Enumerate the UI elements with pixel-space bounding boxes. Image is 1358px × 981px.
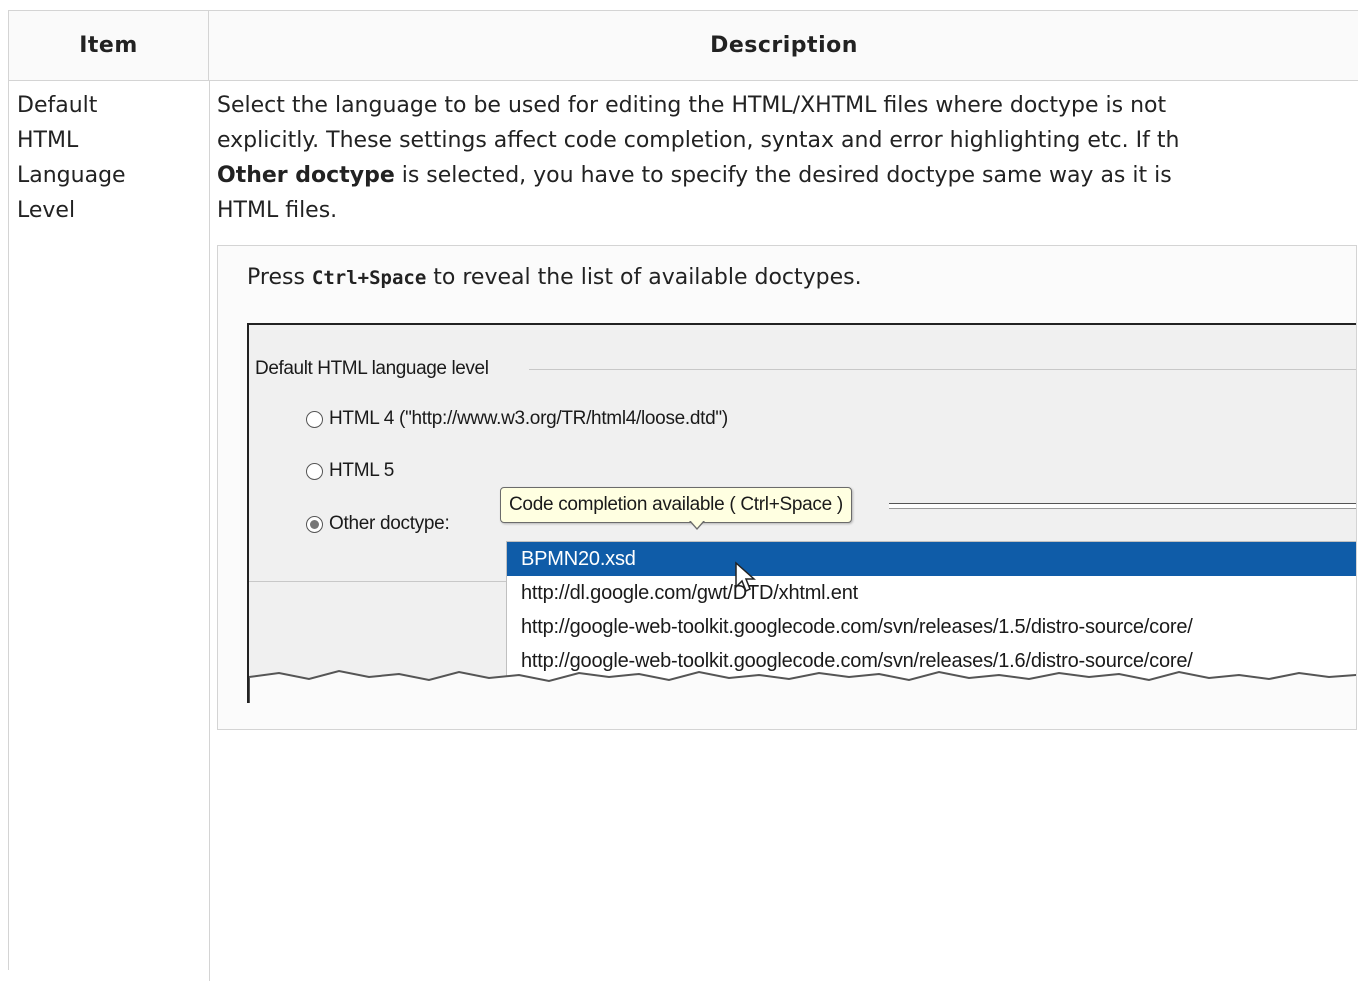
- column-header-description: Description: [209, 11, 1358, 81]
- description-line: HTML files.: [217, 198, 338, 223]
- radio-html4-label: HTML 4 ("http://www.w3.org/TR/html4/loos…: [329, 408, 728, 429]
- other-doctype-term: Other doctype: [217, 163, 395, 188]
- radio-other-doctype[interactable]: Other doctype:: [306, 513, 450, 535]
- radio-icon[interactable]: [306, 462, 323, 480]
- item-line: HTML: [17, 128, 79, 153]
- tip-text: Press Ctrl+Space to reveal the list of a…: [247, 265, 862, 290]
- radio-html5[interactable]: HTML 5: [306, 460, 394, 482]
- fieldset-line: [529, 369, 1356, 370]
- description-line-rest: is selected, you have to specify the des…: [394, 163, 1172, 188]
- description-line: explicitly. These settings affect code c…: [217, 128, 1180, 153]
- code-completion-tooltip: Code completion available ( Ctrl+Space ): [500, 487, 852, 523]
- tip-prefix: Press: [247, 265, 312, 290]
- doctype-input[interactable]: [889, 503, 1356, 509]
- description-line: Select the language to be used for editi…: [217, 93, 1167, 118]
- radio-icon[interactable]: [306, 515, 323, 533]
- separator: [249, 581, 509, 582]
- item-line: Default: [17, 93, 98, 118]
- column-divider: [209, 81, 210, 981]
- tooltip-pointer: [689, 520, 705, 530]
- tip-box: Press Ctrl+Space to reveal the list of a…: [217, 245, 1357, 730]
- shortcut-code: Ctrl+Space: [311, 267, 427, 289]
- radio-other-label: Other doctype:: [329, 513, 450, 534]
- popup-item[interactable]: http://dl.google.com/gwt/DTD/xhtml.ent: [507, 576, 1356, 610]
- popup-item[interactable]: BPMN20.xsd: [507, 542, 1356, 576]
- radio-icon[interactable]: [306, 410, 323, 428]
- fieldset-legend: Default HTML language level: [255, 358, 501, 380]
- description-cell: Select the language to be used for editi…: [217, 88, 1357, 228]
- column-header-item: Item: [9, 11, 209, 81]
- torn-edge: [249, 669, 1356, 703]
- mouse-pointer-icon: [735, 561, 756, 593]
- embedded-screenshot: Default HTML language level HTML 4 ("htt…: [247, 323, 1356, 703]
- description-line: Other doctype is selected, you have to s…: [217, 158, 1357, 193]
- item-line: Language: [17, 163, 126, 188]
- radio-html5-label: HTML 5: [329, 460, 395, 481]
- radio-html4[interactable]: HTML 4 ("http://www.w3.org/TR/html4/loos…: [306, 408, 728, 430]
- tip-suffix: to reveal the list of available doctypes…: [426, 265, 862, 290]
- item-cell: Default HTML Language Level: [17, 88, 187, 228]
- item-line: Level: [17, 198, 76, 223]
- popup-item[interactable]: http://google-web-toolkit.googlecode.com…: [507, 610, 1356, 644]
